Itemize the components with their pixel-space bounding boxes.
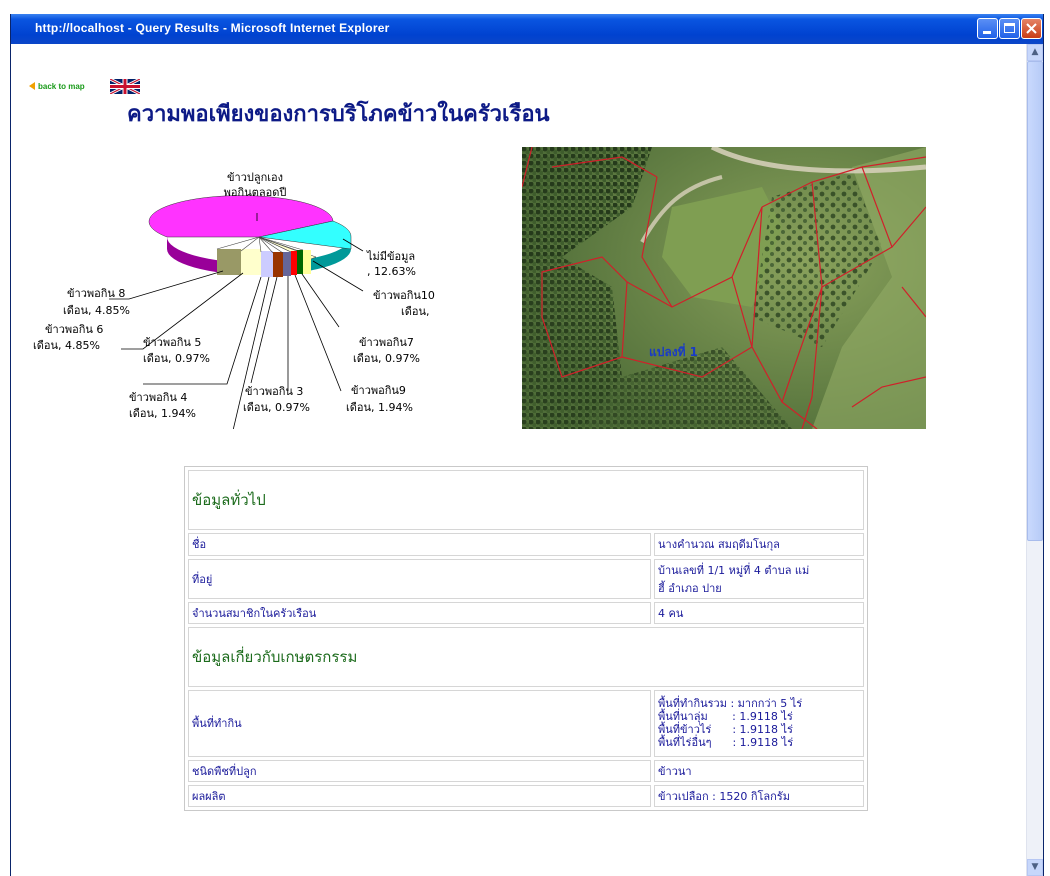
- name-label: ชื่อ: [188, 533, 651, 556]
- title-bar[interactable]: http://localhost - Query Results - Micro…: [11, 14, 1043, 44]
- close-button[interactable]: [1021, 18, 1042, 39]
- label-m9-1: ข้าวพอกิน9: [351, 384, 406, 397]
- area-lowland: พื้นที่นาลุ่ม : 1.9118 ไร่: [658, 710, 793, 724]
- aerial-map[interactable]: แปลงที่ 1: [522, 147, 926, 429]
- area-label: พื้นที่ทำกิน: [188, 690, 651, 757]
- plot-label[interactable]: แปลงที่ 1: [649, 343, 698, 362]
- page-title: ความพอเพียงของการบริโภคข้าวในครัวเรือน: [127, 102, 550, 127]
- scrollbar-thumb[interactable]: [1027, 61, 1043, 541]
- pie-slice-m9: [291, 251, 297, 275]
- label-m5-1: ข้าวพอกิน 5: [143, 336, 201, 349]
- table-row: พื้นที่ทำกิน พื้นที่ทำกินรวม : มากกว่า 5…: [188, 690, 864, 757]
- scroll-down-button[interactable]: ▼: [1027, 859, 1043, 876]
- label-m10-1: ข้าวพอกิน10: [373, 289, 435, 302]
- uk-flag-icon[interactable]: [110, 79, 140, 94]
- window-title: http://localhost - Query Results - Micro…: [35, 21, 390, 35]
- area-other: พื้นที่ไร่อื่นๆ : 1.9118 ไร่: [658, 736, 794, 750]
- page-content: back to map ความพอเพียงของการบริโภคข้าวใ…: [11, 44, 1025, 876]
- pie-slice-m7: [297, 250, 303, 274]
- pie-slice-m5: [261, 251, 273, 277]
- crop-value: ข้าวนา: [654, 759, 864, 782]
- close-icon: [1026, 23, 1037, 34]
- members-value: 4 คน: [654, 601, 864, 624]
- info-table: ข้อมูลทั่วไป ชื่อ นางคำนวณ สมฤดีมโนกุล ท…: [184, 466, 868, 811]
- chevron-up-icon: ▲: [1031, 47, 1039, 57]
- label-m4-1: ข้าวพอกิน 4: [129, 391, 187, 404]
- pie-slice-m4: [273, 252, 283, 277]
- table-row: ชนิดพืชที่ปลูก ข้าวนา: [188, 759, 864, 782]
- vertical-scrollbar[interactable]: ▲ ▼: [1026, 44, 1043, 876]
- area-upland: พื้นที่ข้าวไร่ : 1.9118 ไร่: [658, 723, 793, 737]
- pie-chart: ข้าวปลูกเอง พอกินตลอดปี ไม่มีข้อมูล , 12…: [33, 171, 435, 429]
- crop-label: ชนิดพืชที่ปลูก: [188, 759, 651, 782]
- table-row: ข้อมูลทั่วไป: [188, 470, 864, 531]
- label-m4-2: เดือน, 1.94%: [129, 407, 196, 420]
- label-fullyear-1: ข้าวปลูกเอง: [227, 171, 283, 184]
- scroll-up-button[interactable]: ▲: [1027, 44, 1043, 61]
- back-to-map-label: back to map: [38, 82, 85, 91]
- section-header-agriculture: ข้อมูลเกี่ยวกับเกษตรกรรม: [188, 626, 864, 688]
- label-m10-2: เดือน,: [401, 305, 430, 318]
- label-m6-1: ข้าวพอกิน 6: [45, 323, 103, 336]
- table-row: จำนวนสมาชิกในครัวเรือน 4 คน: [188, 601, 864, 624]
- pie-slice-m3: [283, 252, 291, 276]
- minimize-button[interactable]: [977, 18, 998, 39]
- yield-value: ข้าวเปลือก : 1520 กิโลกรัม: [654, 784, 864, 807]
- maximize-icon: [1004, 23, 1015, 33]
- address-value: บ้านเลขที่ 1/1 หมู่ที่ 4 ตำบล แม่ ฮี้ อำ…: [654, 558, 864, 599]
- label-m3-1: ข้าวพอกิน 3: [245, 385, 303, 398]
- browser-window: http://localhost - Query Results - Micro…: [10, 14, 1044, 876]
- label-m6-2: เดือน, 4.85%: [33, 339, 100, 352]
- name-value: นางคำนวณ สมฤดีมโนกุล: [654, 533, 864, 556]
- label-m8-2: เดือน, 4.85%: [63, 304, 130, 317]
- label-m3-2: เดือน, 0.97%: [243, 401, 310, 414]
- address-label: ที่อยู่: [188, 558, 651, 599]
- label-m7-2: เดือน, 0.97%: [353, 352, 420, 365]
- label-nodata-2: , 12.63%: [367, 265, 416, 278]
- aerial-map-image: [522, 147, 926, 429]
- label-m9-2: เดือน, 1.94%: [346, 401, 413, 414]
- back-to-map-link[interactable]: back to map: [29, 82, 85, 91]
- table-row: ข้อมูลเกี่ยวกับเกษตรกรรม: [188, 626, 864, 688]
- label-fullyear-2: พอกินตลอดปี: [224, 186, 287, 199]
- back-arrow-icon: [29, 82, 35, 90]
- area-values: พื้นที่ทำกินรวม : มากกว่า 5 ไร่ พื้นที่น…: [654, 690, 864, 757]
- label-m7-1: ข้าวพอกิน7: [359, 336, 414, 349]
- yield-label: ผลผลิต: [188, 784, 651, 807]
- table-row: ชื่อ นางคำนวณ สมฤดีมโนกุล: [188, 533, 864, 556]
- members-label: จำนวนสมาชิกในครัวเรือน: [188, 601, 651, 624]
- area-total: พื้นที่ทำกินรวม : มากกว่า 5 ไร่: [658, 697, 803, 711]
- label-nodata-1: ไม่มีข้อมูล: [366, 250, 415, 263]
- pie-slice-m8: [217, 249, 241, 275]
- table-row: ที่อยู่ บ้านเลขที่ 1/1 หมู่ที่ 4 ตำบล แม…: [188, 558, 864, 599]
- section-header-general: ข้อมูลทั่วไป: [188, 470, 864, 531]
- label-m5-2: เดือน, 0.97%: [143, 352, 210, 365]
- label-m8-1: ข้าวพอกิน 8: [67, 287, 125, 300]
- pie-slice-m10-side: [303, 250, 311, 274]
- chevron-down-icon: ▼: [1031, 862, 1039, 872]
- table-row: ผลผลิต ข้าวเปลือก : 1520 กิโลกรัม: [188, 784, 864, 807]
- minimize-icon: [983, 31, 991, 34]
- pie-slice-m6: [241, 249, 261, 275]
- maximize-button[interactable]: [999, 18, 1020, 39]
